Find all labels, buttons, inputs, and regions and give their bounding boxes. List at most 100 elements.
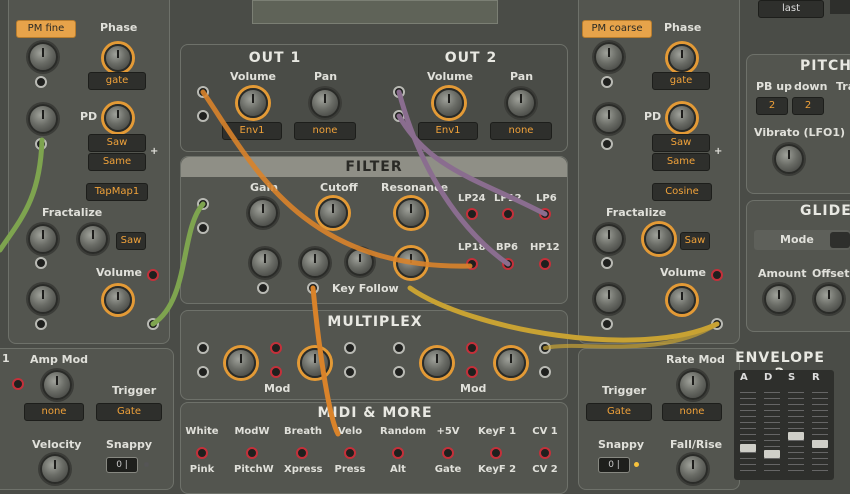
adsr-slider-s[interactable]	[788, 392, 804, 472]
filter-out-bp6[interactable]	[502, 258, 514, 270]
rate-mod-select[interactable]: none	[662, 403, 722, 421]
filter-out-lp12[interactable]	[502, 208, 514, 220]
mux-knob-4[interactable]	[496, 348, 526, 378]
midi-jack-row1-3[interactable]	[344, 447, 356, 459]
out1-volume-knob[interactable]	[238, 88, 268, 118]
filter-in-jack-2[interactable]	[197, 222, 209, 234]
knob-right-b[interactable]	[594, 284, 624, 314]
jack-left-pm[interactable]	[35, 76, 47, 88]
out1-jack-2[interactable]	[197, 110, 209, 122]
same-right[interactable]: Same	[652, 153, 710, 171]
midi-jack-row1-1[interactable]	[246, 447, 258, 459]
filter-cv-jack-2[interactable]	[307, 282, 319, 294]
adsr-slider-a[interactable]	[740, 392, 756, 472]
fractalize-wave-right[interactable]: Saw	[680, 232, 710, 250]
mux-jack-red-1[interactable]	[270, 342, 282, 354]
amp-mod-select[interactable]: none	[24, 403, 84, 421]
last-select[interactable]: last	[758, 0, 824, 18]
phase-mod-left[interactable]: gate	[88, 72, 146, 90]
midi-jack-row1-0[interactable]	[196, 447, 208, 459]
pb-down-value[interactable]: 2	[792, 97, 824, 115]
midi-jack-row1-6[interactable]	[490, 447, 502, 459]
out2-jack-2[interactable]	[393, 110, 405, 122]
filter-out-lp24[interactable]	[466, 208, 478, 220]
jack-left-fract[interactable]	[35, 257, 47, 269]
offset-knob[interactable]	[814, 284, 844, 314]
slider-thumb-d[interactable]	[764, 450, 780, 458]
mux-jack-8[interactable]	[539, 366, 551, 378]
mode-button[interactable]	[830, 232, 850, 248]
filter-cv-jack-1[interactable]	[257, 282, 269, 294]
mux-jack-1[interactable]	[197, 342, 209, 354]
out2-pan-mod[interactable]: none	[490, 122, 552, 140]
mux-jack-red-4[interactable]	[466, 366, 478, 378]
filter-out-hp12[interactable]	[539, 258, 551, 270]
filter-mod-knob-2[interactable]	[300, 248, 330, 278]
out2-volume-mod[interactable]: Env1	[418, 122, 478, 140]
rate-mod-knob[interactable]	[678, 370, 708, 400]
phase-knob-left[interactable]	[104, 44, 132, 72]
jack-right-pd[interactable]	[601, 138, 613, 150]
filter-mod-knob-4[interactable]	[396, 248, 426, 278]
jack-right-out[interactable]	[711, 318, 723, 330]
midi-jack-row1-2[interactable]	[296, 447, 308, 459]
same-left[interactable]: Same	[88, 153, 146, 171]
mux-knob-1[interactable]	[226, 348, 256, 378]
mux-jack-2[interactable]	[197, 366, 209, 378]
filter-mod-knob-3[interactable]	[346, 248, 374, 276]
adsr-slider-d[interactable]	[764, 392, 780, 472]
mux-jack-4[interactable]	[344, 366, 356, 378]
out1-volume-mod[interactable]: Env1	[222, 122, 282, 140]
fractalize-knob-left-1[interactable]	[28, 224, 58, 254]
pd-knob-right[interactable]	[668, 104, 696, 132]
jack-right-b[interactable]	[601, 318, 613, 330]
pd-wave-left[interactable]: Saw	[88, 134, 146, 152]
gain-knob[interactable]	[248, 198, 278, 228]
snappy-toggle-right[interactable]: 0 |	[598, 457, 630, 473]
knob-left-a[interactable]	[28, 104, 58, 134]
midi-jack-row1-4[interactable]	[392, 447, 404, 459]
mux-knob-2[interactable]	[300, 348, 330, 378]
fractalize-knob-right-1[interactable]	[594, 224, 624, 254]
amp-mod-knob[interactable]	[42, 370, 72, 400]
out2-volume-knob[interactable]	[434, 88, 464, 118]
out1-pan-knob[interactable]	[310, 88, 340, 118]
pd-knob-left[interactable]	[104, 104, 132, 132]
filter-mod-knob-1[interactable]	[250, 248, 280, 278]
jack-left-pd[interactable]	[35, 138, 47, 150]
jack-left-b[interactable]	[35, 318, 47, 330]
pd-wave-right[interactable]: Saw	[652, 134, 710, 152]
midi-jack-row1-7[interactable]	[539, 447, 551, 459]
pb-up-value[interactable]: 2	[756, 97, 788, 115]
phase-knob-right[interactable]	[668, 44, 696, 72]
mux-jack-5[interactable]	[393, 342, 405, 354]
resonance-knob[interactable]	[396, 198, 426, 228]
midi-jack-row1-5[interactable]	[442, 447, 454, 459]
mux-jack-red-2[interactable]	[270, 366, 282, 378]
trigger-select-right[interactable]: Gate	[586, 403, 652, 421]
jack-left-out[interactable]	[147, 318, 159, 330]
filter-in-jack-1[interactable]	[197, 198, 209, 210]
mux-jack-3[interactable]	[344, 342, 356, 354]
slider-thumb-r[interactable]	[812, 440, 828, 448]
filter-out-lp6[interactable]	[539, 208, 551, 220]
pm-coarse-select[interactable]: PM coarse	[582, 20, 652, 38]
pm-knob-right[interactable]	[594, 42, 624, 72]
jack-right-vol-out[interactable]	[711, 269, 723, 281]
jack-left-vol-out[interactable]	[147, 269, 159, 281]
mux-jack-6[interactable]	[393, 366, 405, 378]
filter-out-lp18[interactable]	[466, 258, 478, 270]
jack-right-fract[interactable]	[601, 257, 613, 269]
pm-knob-left[interactable]	[28, 42, 58, 72]
bl-edge-jack[interactable]	[12, 378, 24, 390]
trigger-select-left[interactable]: Gate	[96, 403, 162, 421]
adsr-slider-r[interactable]	[812, 392, 828, 472]
out1-pan-mod[interactable]: none	[294, 122, 356, 140]
cutoff-knob[interactable]	[318, 198, 348, 228]
mux-knob-3[interactable]	[422, 348, 452, 378]
knob-right-a[interactable]	[594, 104, 624, 134]
volume-knob-left[interactable]	[104, 286, 132, 314]
out2-pan-knob[interactable]	[506, 88, 536, 118]
slider-thumb-a[interactable]	[740, 444, 756, 452]
knob-left-b[interactable]	[28, 284, 58, 314]
